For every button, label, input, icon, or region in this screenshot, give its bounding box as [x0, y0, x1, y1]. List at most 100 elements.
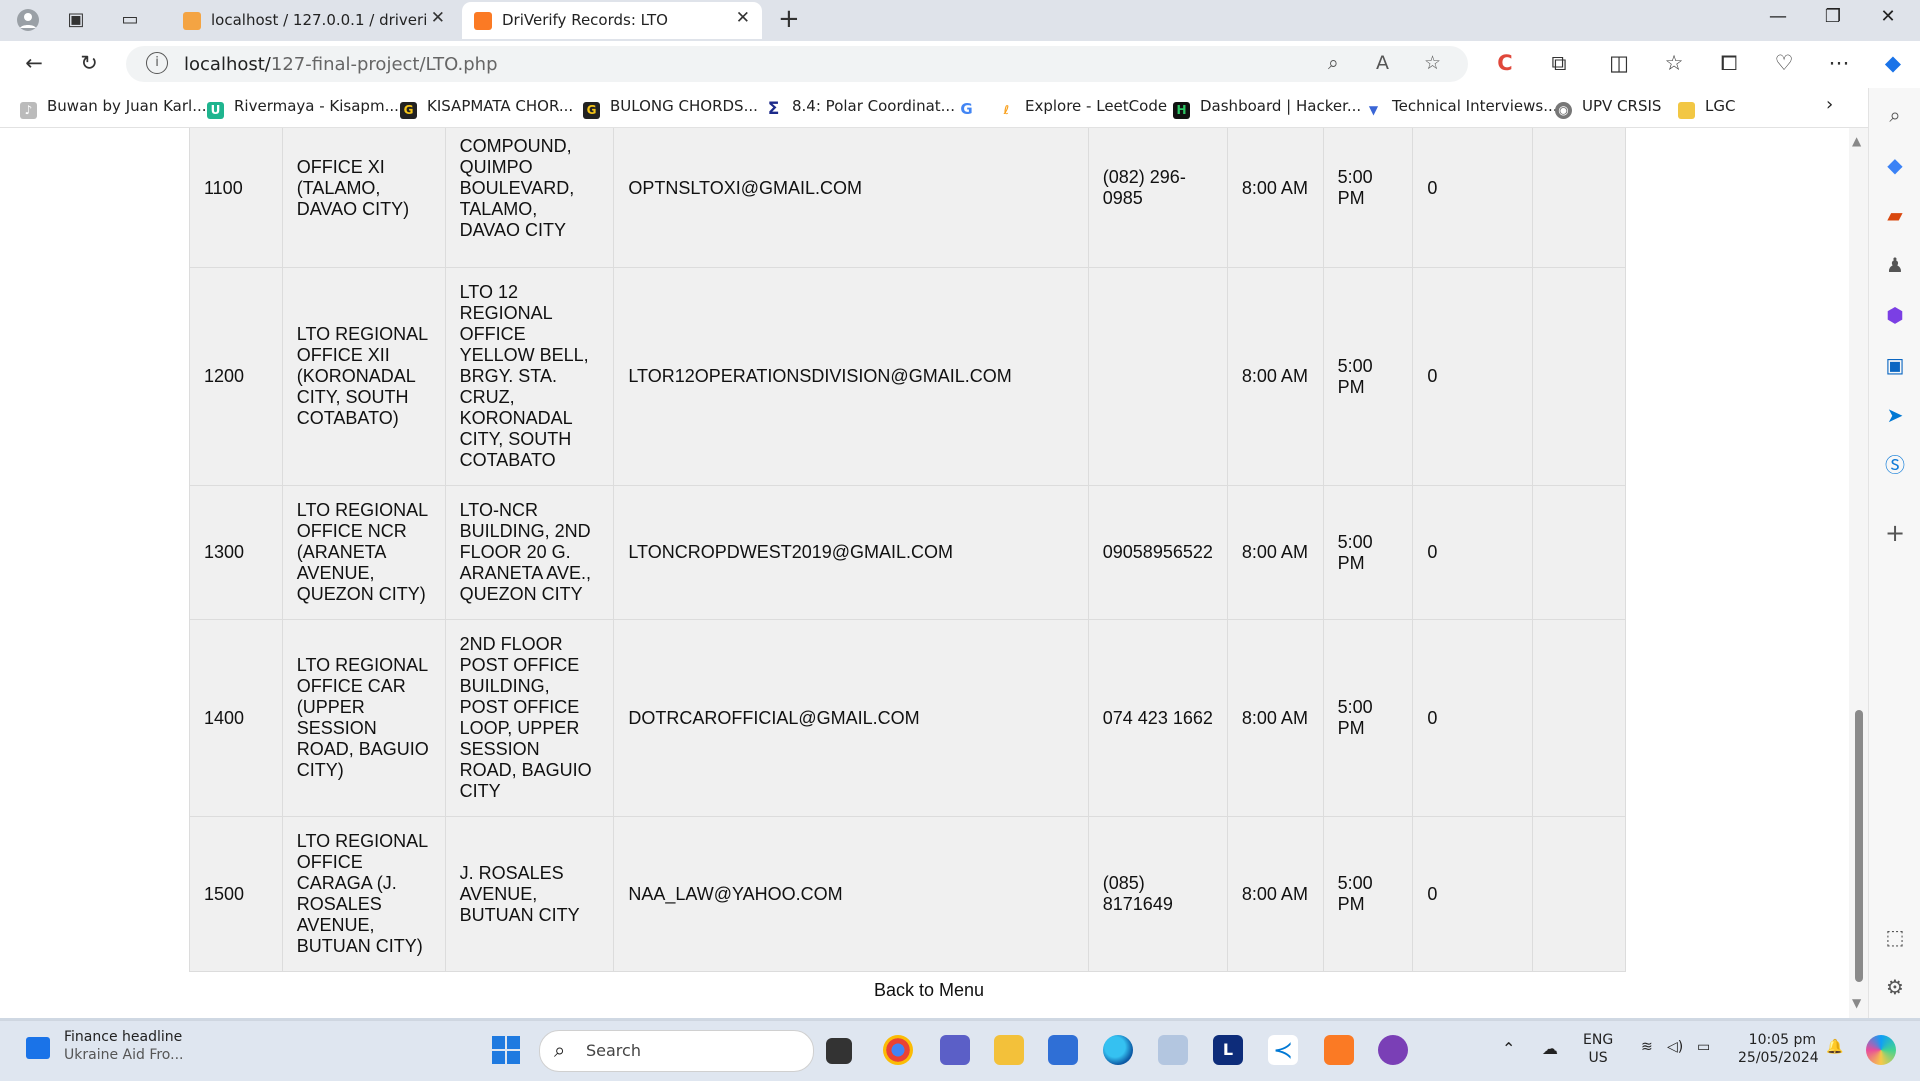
performance-monitor-icon[interactable] — [1158, 1035, 1188, 1065]
close-icon[interactable]: ✕ — [431, 8, 445, 28]
empty-cell — [1531, 816, 1627, 972]
games-icon[interactable]: ♟ — [1882, 252, 1908, 278]
bookmark-item[interactable]: G KISAPMATA CHOR... — [400, 97, 573, 119]
bookmark-item[interactable]: G BULONG CHORDS... — [583, 97, 758, 119]
restore-button[interactable]: ❐ — [1813, 6, 1853, 27]
back-to-menu-link[interactable]: Back to Menu — [0, 980, 1849, 1001]
back-arrow-icon[interactable]: ← — [19, 51, 49, 75]
copilot-icon[interactable]: ◆ — [1878, 51, 1908, 75]
bookmark-item[interactable]: ◉ UPV CRSIS — [1555, 97, 1661, 119]
read-aloud-icon[interactable]: A — [1376, 52, 1389, 74]
tab-phpmyadmin[interactable]: localhost / 127.0.0.1 / driverify / ✕ — [171, 2, 457, 39]
folder-icon: ▬ — [1678, 102, 1695, 119]
bookmark-label: LGC — [1705, 97, 1736, 115]
scroll-up-arrow-icon[interactable]: ▲ — [1852, 134, 1861, 148]
shopping-tag-icon[interactable]: ◆ — [1882, 152, 1908, 178]
copilot-icon[interactable] — [1866, 1035, 1896, 1065]
send-icon[interactable]: ➤ — [1882, 402, 1908, 428]
onedrive-cloud-icon[interactable]: ☁ — [1542, 1039, 1558, 1058]
windows-taskbar: Finance headline Ukraine Aid Fro... ⌕ Se… — [0, 1020, 1920, 1081]
outlook-icon[interactable]: ▣ — [1882, 352, 1908, 378]
app-l-icon[interactable]: L — [1213, 1035, 1243, 1065]
bookmark-folder[interactable]: ▬ LGC — [1678, 97, 1735, 119]
address-cell: LTO 12 REGIONAL OFFICE YELLOW BELL, BRGY… — [444, 267, 615, 486]
battery-icon[interactable]: ▭ — [1697, 1039, 1710, 1055]
chevron-up-icon[interactable]: ⌃ — [1502, 1039, 1515, 1058]
browser-essentials-icon[interactable]: ♡ — [1769, 51, 1799, 75]
scrollbar-thumb[interactable] — [1855, 710, 1863, 982]
task-view-icon[interactable] — [826, 1038, 852, 1064]
close-window-button[interactable]: ✕ — [1868, 6, 1908, 27]
chords-icon: G — [400, 102, 417, 119]
zoom-icon[interactable]: ⌕ — [1328, 52, 1339, 74]
empty-cell — [1531, 619, 1627, 817]
microsoft-store-icon[interactable] — [1048, 1035, 1078, 1065]
url-text[interactable]: localhost/127-final-project/LTO.php — [184, 54, 498, 75]
search-icon: ⌕ — [554, 1038, 566, 1062]
scroll-down-arrow-icon[interactable]: ▼ — [1852, 996, 1861, 1010]
google-icon: G — [958, 101, 975, 118]
start-windows-icon[interactable] — [491, 1035, 521, 1065]
language-indicator[interactable]: ENG US — [1583, 1031, 1613, 1067]
address-cell: 2ND FLOOR POST OFFICE BUILDING, POST OFF… — [444, 619, 615, 817]
minimize-button[interactable]: — — [1758, 6, 1798, 27]
profile-icon[interactable] — [16, 8, 40, 32]
settings-gear-icon[interactable]: ⚙ — [1882, 974, 1908, 1000]
empty-cell — [1531, 267, 1627, 486]
xampp-icon — [474, 12, 492, 30]
url-path: 127-final-project/LTO.php — [270, 54, 498, 75]
microsoft-365-icon[interactable]: ⬢ — [1882, 302, 1908, 328]
workspaces-icon[interactable]: ▣ — [64, 8, 88, 32]
vscode-icon[interactable]: ≺ — [1268, 1035, 1298, 1065]
github-desktop-icon[interactable] — [1378, 1035, 1408, 1065]
more-menu-icon[interactable]: ⋯ — [1824, 51, 1854, 75]
skype-icon[interactable]: Ⓢ — [1882, 452, 1908, 478]
bookmark-label: 8.4: Polar Coordinat... — [792, 97, 955, 115]
bookmark-item[interactable]: ♪ Buwan by Juan Karl... — [20, 97, 207, 119]
screenshot-icon[interactable]: ⬚ — [1882, 924, 1908, 950]
xampp-icon[interactable] — [1324, 1035, 1354, 1065]
collections-icon[interactable]: ⧠ — [1714, 51, 1744, 76]
favorites-icon[interactable]: ☆ — [1659, 51, 1689, 75]
extension-icon[interactable]: C — [1490, 51, 1520, 75]
bookmark-item[interactable]: ▼ Technical Interviews... — [1365, 97, 1558, 119]
chrome-icon[interactable] — [883, 1035, 913, 1065]
refresh-icon[interactable]: ↻ — [74, 51, 104, 75]
open-time-cell: 8:00 AM — [1226, 485, 1324, 620]
taskbar-search-box[interactable]: ⌕ Search — [539, 1030, 814, 1072]
notification-bell-icon[interactable]: 🔔 — [1826, 1039, 1843, 1055]
split-screen-icon[interactable]: ◫ — [1604, 51, 1634, 75]
email-cell: LTONCROPDWEST2019@GMAIL.COM — [613, 485, 1089, 620]
volume-icon[interactable]: ◁) — [1667, 1039, 1683, 1055]
favorite-star-icon[interactable]: ☆ — [1424, 52, 1441, 74]
tab-title: DriVerify Records: LTO — [502, 11, 668, 29]
vertical-tabs-icon[interactable]: ▭ — [118, 8, 142, 32]
close-icon[interactable]: ✕ — [736, 8, 750, 28]
add-icon[interactable]: + — [1882, 520, 1908, 546]
region-code: US — [1588, 1050, 1608, 1066]
tab-driverify-records[interactable]: DriVerify Records: LTO ✕ — [462, 2, 762, 39]
edge-icon[interactable] — [1103, 1035, 1133, 1065]
bookmark-item-google[interactable]: G — [958, 97, 985, 118]
teams-icon[interactable] — [940, 1035, 970, 1065]
file-explorer-icon[interactable] — [994, 1035, 1024, 1065]
new-tab-button[interactable]: + — [778, 4, 800, 34]
clock[interactable]: 10:05 pm 25/05/2024 — [1738, 1031, 1819, 1067]
bookmark-item[interactable]: Σ 8.4: Polar Coordinat... — [765, 97, 955, 118]
address-bar[interactable]: i localhost/127-final-project/LTO.php ⌕ … — [126, 46, 1468, 82]
extensions-puzzle-icon[interactable]: ⧉ — [1544, 51, 1574, 76]
search-icon[interactable]: ⌕ — [1882, 102, 1908, 128]
bookmark-item[interactable]: H Dashboard | Hacker... — [1173, 97, 1361, 119]
chevron-right-icon[interactable]: › — [1826, 94, 1833, 115]
news-headline: Finance headline — [64, 1029, 183, 1045]
empty-cell — [1531, 128, 1627, 268]
site-info-icon[interactable]: i — [146, 52, 168, 74]
wifi-icon[interactable]: ≋ — [1641, 1039, 1653, 1055]
bookmark-label: Technical Interviews... — [1392, 97, 1558, 115]
page-scrollbar[interactable]: ▲ ▼ — [1849, 128, 1868, 1018]
count-cell: 0 — [1412, 128, 1533, 268]
bookmark-item[interactable]: U Rivermaya - Kisapm... — [207, 97, 399, 119]
tools-icon[interactable]: ▰ — [1882, 202, 1908, 228]
table-row: 1200 LTO REGIONAL OFFICE XII (KORONADAL … — [189, 267, 1627, 486]
bookmark-item[interactable]: ℓ Explore - LeetCode — [998, 97, 1167, 119]
